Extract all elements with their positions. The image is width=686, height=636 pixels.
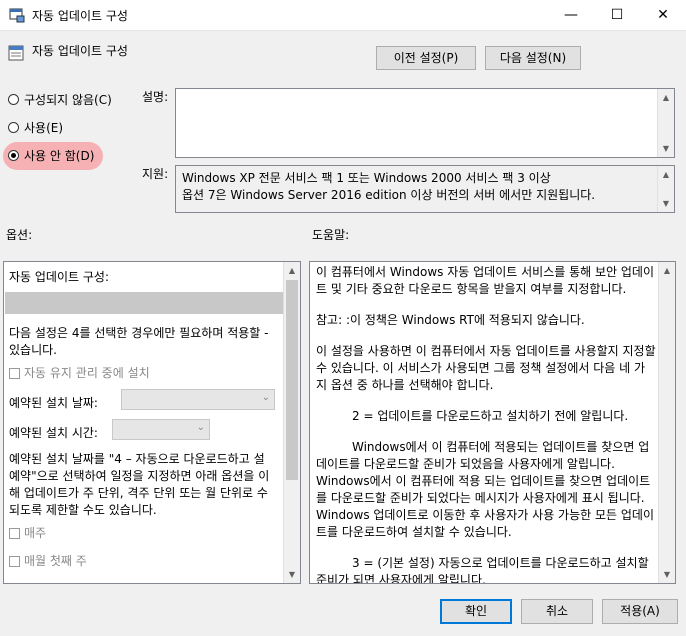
every-week-checkbox[interactable]: 매주 [9, 524, 46, 541]
help-scrollbar[interactable]: ▲ ▼ [658, 262, 675, 583]
ok-button[interactable]: 확인 [440, 599, 512, 624]
configure-label: 자동 업데이트 구성: [9, 270, 109, 284]
chevron-down-icon: ⌄ [261, 392, 270, 403]
options-panel: 자동 업데이트 구성: 다음 설정은 4를 선택한 경우에만 필요하며 적용할 … [3, 261, 301, 584]
window-title: 자동 업데이트 구성 [32, 9, 128, 23]
scheduled-time-select[interactable]: ⌄ [112, 419, 210, 440]
desc-line-4: 되도록 제한할 수도 있습니다. [9, 503, 157, 517]
supported-scrollbar[interactable]: ▲ ▼ [657, 166, 674, 212]
scroll-up-icon[interactable]: ▲ [284, 262, 300, 279]
scroll-down-icon[interactable]: ▼ [658, 195, 674, 212]
radio-enabled[interactable]: 사용(E) [8, 116, 63, 138]
supported-box: Windows XP 전문 서비스 팩 1 또는 Windows 2000 서비… [175, 165, 675, 213]
options-scrollbar[interactable]: ▲ ▼ [283, 262, 300, 583]
help-heading: 도움말: [312, 228, 350, 242]
chevron-down-icon: ⌄ [196, 422, 205, 433]
desc-line-1: 예약된 설치 날짜를 "4 – 자동으로 다운로드하고 설 [9, 452, 265, 466]
comment-textarea[interactable]: ▲ ▼ [175, 88, 675, 158]
supported-label: 지원: [142, 167, 169, 181]
desc-line-2: 예약"으로 선택하여 일정을 지정하면 아래 옵션을 이 [9, 469, 270, 483]
policy-name: 자동 업데이트 구성 [32, 44, 128, 58]
note-line-1: 다음 설정은 4를 선택한 경우에만 필요하며 적용할 - [9, 326, 269, 340]
scroll-up-icon[interactable]: ▲ [659, 262, 675, 279]
help-paragraph-2: 참고: :이 정책은 Windows RT에 적용되지 않습니다. [316, 313, 585, 327]
scroll-up-icon[interactable]: ▲ [658, 166, 674, 183]
checkbox-icon [9, 528, 20, 539]
policy-window-icon [9, 8, 25, 23]
minimize-icon: — [564, 7, 578, 23]
help-panel: 이 컴퓨터에서 Windows 자동 업데이트 서비스를 통해 보안 업데이트 … [309, 261, 676, 584]
title-bar: 자동 업데이트 구성 — ☐ ✕ [0, 0, 686, 31]
scheduled-day-label: 예약된 설치 날짜: [9, 396, 98, 410]
first-week-checkbox[interactable]: 매월 첫째 주 [9, 552, 87, 569]
policy-setting-icon [8, 45, 24, 61]
help-paragraph-3: 이 설정을 사용하면 이 컴퓨터에서 자동 업데이트를 사용할지 지정할 수 있… [316, 344, 656, 392]
next-setting-button[interactable]: 다음 설정(N) [485, 46, 581, 70]
help-paragraph-1: 이 컴퓨터에서 Windows 자동 업데이트 서비스를 통해 보안 업데이트 … [316, 265, 655, 296]
scroll-thumb[interactable] [286, 280, 298, 480]
help-paragraph-6: 3 = (기본 설정) 자동으로 업데이트를 다운로드하고 설치할 준비가 되면… [316, 556, 649, 584]
apply-button[interactable]: 적용(A) [602, 599, 678, 624]
configure-dropdown[interactable] [5, 292, 284, 314]
scheduled-day-select[interactable]: ⌄ [121, 389, 275, 410]
supported-line-1: Windows XP 전문 서비스 팩 1 또는 Windows 2000 서비… [182, 171, 551, 185]
radio-circle [8, 121, 19, 133]
comment-scrollbar[interactable]: ▲ ▼ [657, 89, 674, 157]
minimize-button[interactable]: — [548, 0, 594, 30]
scroll-down-icon[interactable]: ▼ [659, 566, 675, 583]
radio-disabled[interactable]: 사용 안 함(D) [8, 144, 94, 166]
comment-label: 설명: [142, 90, 169, 104]
maintenance-checkbox[interactable]: 자동 유지 관리 중에 설치 [9, 364, 150, 381]
close-button[interactable]: ✕ [640, 0, 686, 30]
radio-not-configured[interactable]: 구성되지 않음(C) [8, 88, 112, 110]
help-paragraph-4: 2 = 업데이트를 다운로드하고 설치하기 전에 알립니다. [352, 409, 629, 423]
prev-setting-button[interactable]: 이전 설정(P) [376, 46, 476, 70]
cancel-button[interactable]: 취소 [521, 599, 593, 624]
checkbox-icon [9, 368, 20, 379]
scroll-down-icon[interactable]: ▼ [658, 140, 674, 157]
close-icon: ✕ [657, 7, 669, 23]
scroll-up-icon[interactable]: ▲ [658, 89, 674, 106]
radio-circle [8, 93, 19, 105]
desc-line-3: 해 업데이트가 주 단위, 격주 단위 또는 월 단위로 수 [9, 486, 268, 500]
scroll-down-icon[interactable]: ▼ [284, 566, 300, 583]
radio-circle-selected [8, 149, 19, 161]
help-paragraph-5: Windows에서 이 컴퓨터에 적용되는 업데이트를 찾으면 업데이트를 다운… [316, 440, 655, 539]
checkbox-icon [9, 556, 20, 567]
supported-line-2: 옵션 7은 Windows Server 2016 edition 이상 버전의… [182, 188, 596, 202]
options-heading: 옵션: [6, 228, 33, 242]
help-text: 이 컴퓨터에서 Windows 자동 업데이트 서비스를 통해 보안 업데이트 … [316, 264, 656, 584]
scheduled-time-label: 예약된 설치 시간: [9, 426, 98, 440]
maximize-button[interactable]: ☐ [594, 0, 640, 30]
note-line-2: 있습니다. [9, 343, 57, 357]
maximize-icon: ☐ [610, 7, 624, 23]
